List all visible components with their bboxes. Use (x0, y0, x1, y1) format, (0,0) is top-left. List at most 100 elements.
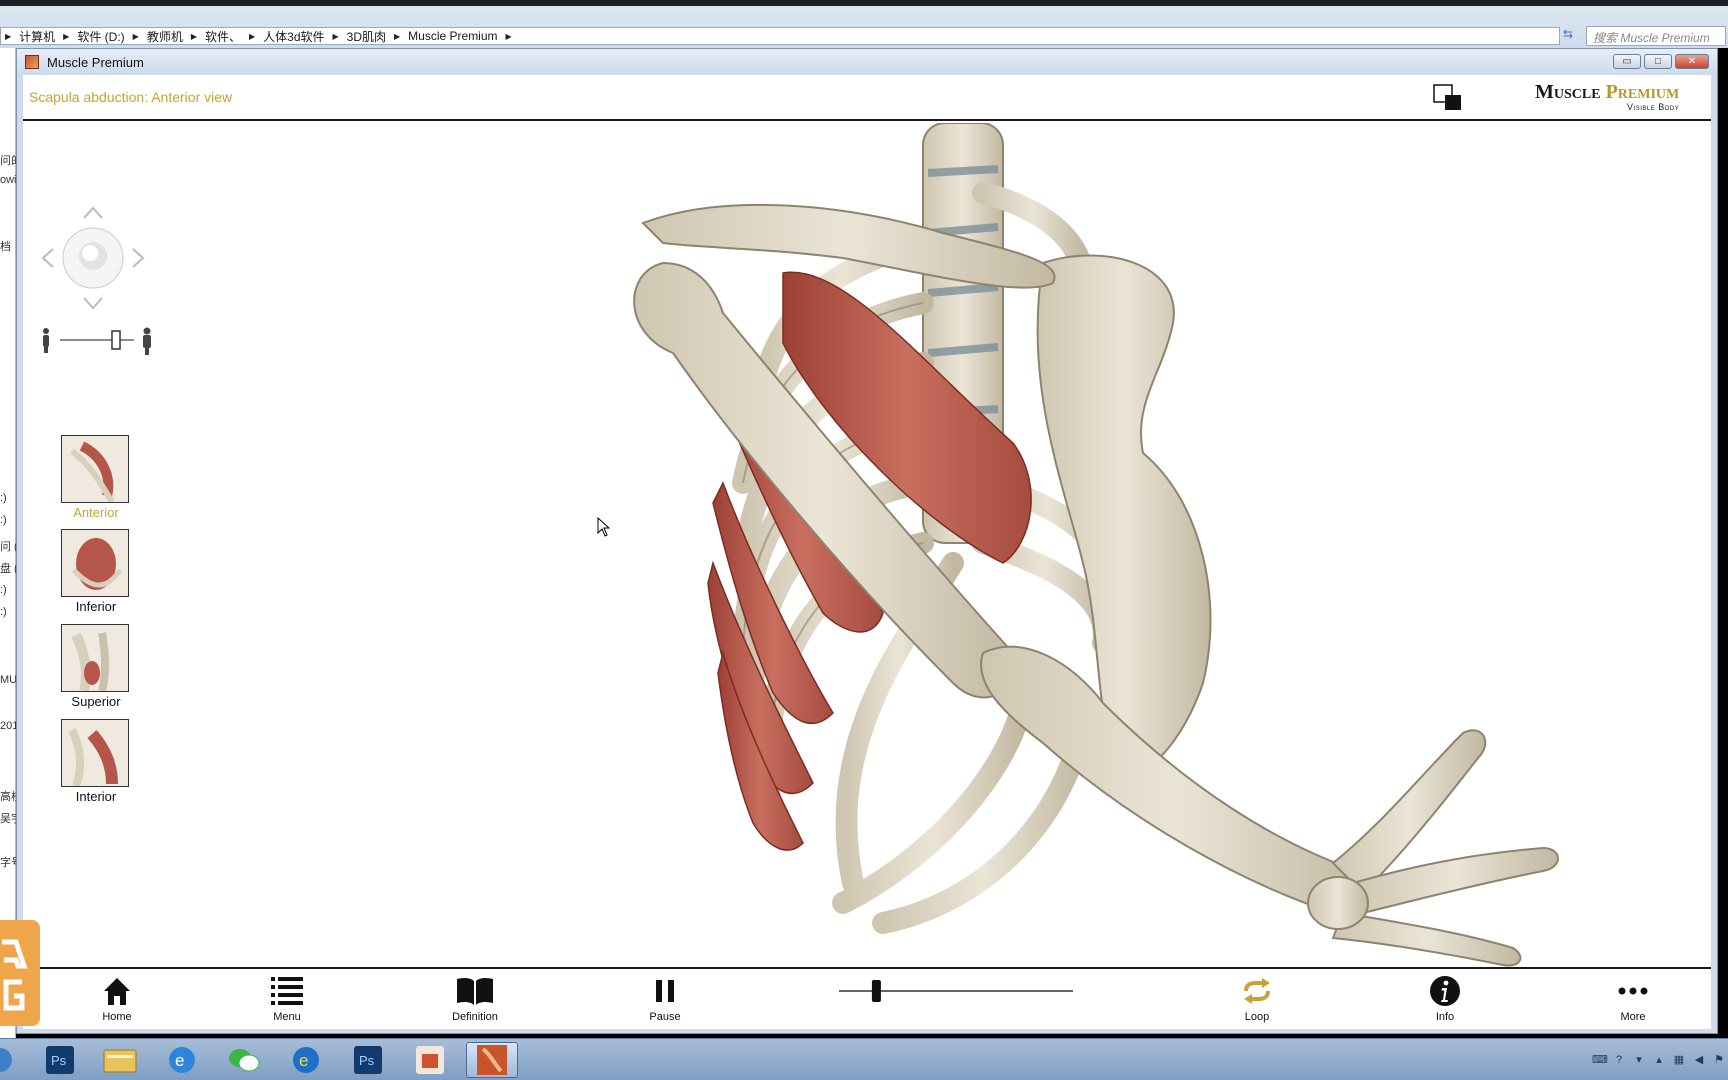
panel-fragment: owi (0, 174, 17, 186)
rotate-up-icon (83, 206, 103, 219)
volume-icon[interactable]: ◀ (1692, 1053, 1706, 1067)
definition-button[interactable]: Definition (435, 973, 515, 1023)
bottom-toolbar: Home Menu Definition Pause Loop Info Mor… (23, 967, 1711, 1029)
svg-text:Ps: Ps (359, 1053, 375, 1068)
taskbar-app[interactable]: e (156, 1042, 208, 1078)
more-button[interactable]: More (1593, 973, 1673, 1023)
breadcrumb-arrow-icon[interactable]: ▶ (63, 32, 69, 41)
breadcrumb-arrow-icon[interactable]: ▶ (133, 32, 139, 41)
zoom-slider[interactable] (40, 327, 156, 355)
zoom-handle (111, 330, 121, 350)
taskbar-app[interactable] (218, 1042, 270, 1078)
home-button[interactable]: Home (77, 973, 157, 1023)
anatomy-model[interactable] (23, 123, 1711, 967)
anatomy-3d-viewport[interactable]: Anterior Inferior Superior Interior (23, 123, 1711, 967)
interior-thumbnail[interactable] (61, 719, 129, 787)
view-superior[interactable]: Superior (61, 624, 131, 709)
app-header: Scapula abduction: Anterior view Muscle … (23, 75, 1711, 121)
keyboard-icon[interactable]: ⌨ (1592, 1053, 1608, 1067)
start-button[interactable] (0, 1042, 14, 1078)
brand-word-premium: Premium (1605, 81, 1680, 103)
rotate-down-icon (83, 297, 103, 310)
breadcrumb-item[interactable]: 教师机 (147, 28, 183, 45)
playback-handle[interactable] (871, 980, 881, 1002)
system-tray: ⌨ ? ▾ ▴ ▦ ◀ ⚑ (1592, 1051, 1726, 1069)
playback-slider[interactable] (839, 979, 1079, 1003)
loop-icon (1244, 978, 1270, 1004)
close-button[interactable]: ✕ (1675, 54, 1709, 69)
taskbar-app[interactable] (94, 1042, 146, 1078)
panel-fragment: :) (0, 514, 7, 526)
help-icon[interactable]: ? (1612, 1053, 1626, 1067)
rotate-nav-pad[interactable] (38, 203, 148, 313)
restore-button[interactable]: □ (1644, 54, 1672, 69)
view-inferior[interactable]: Inferior (61, 529, 131, 614)
hand (1307, 729, 1559, 967)
breadcrumb-item[interactable]: 软件 (D:) (77, 28, 124, 45)
floating-widget-badge[interactable] (0, 920, 40, 1026)
definition-label: Definition (452, 1011, 498, 1023)
taskbar-app[interactable]: Ps (342, 1042, 394, 1078)
view-title: Scapula abduction: Anterior view (29, 89, 233, 105)
menu-button[interactable]: Menu (247, 973, 327, 1023)
fullscreen-icon[interactable] (1433, 84, 1463, 112)
home-label: Home (102, 1011, 132, 1023)
taskbar-app-active[interactable] (466, 1042, 518, 1078)
superior-thumbnail[interactable] (61, 624, 129, 692)
tray-expand-icon[interactable]: ▴ (1652, 1053, 1666, 1067)
window-titlebar[interactable]: Muscle Premium ▭ □ ✕ (17, 49, 1717, 75)
photoshop-icon: Ps (46, 1046, 74, 1074)
breadcrumb-item[interactable]: 软件、 (205, 28, 241, 45)
inferior-thumbnail[interactable] (61, 529, 129, 597)
brand-name: Muscle Premium (1535, 81, 1679, 104)
anterior-thumbnail[interactable] (61, 435, 129, 503)
view-label: Anterior (73, 505, 119, 520)
breadcrumb[interactable]: ▶ 计算机 ▶ 软件 (D:) ▶ 教师机 ▶ 软件、 ▶ 人体3d软件 ▶ 3D肌肉 ▶ … (0, 27, 1560, 45)
explorer-address-area: ▶ 计算机 ▶ 软件 (D:) ▶ 教师机 ▶ 软件、 ▶ 人体3d软件 ▶ 3D肌肉 ▶ … (0, 0, 1728, 48)
info-label: Info (1435, 1011, 1455, 1023)
view-label: Inferior (75, 599, 117, 614)
svg-text:Ps: Ps (51, 1053, 67, 1068)
input-method-icon[interactable]: ▾ (1632, 1053, 1646, 1067)
taskbar-app[interactable] (404, 1042, 456, 1078)
breadcrumb-arrow-icon[interactable]: ▶ (5, 32, 11, 41)
search-input[interactable]: 搜索 Muscle Premium (1586, 26, 1726, 46)
view-anterior[interactable]: Anterior (61, 435, 131, 520)
brand-word-muscle: Muscle (1535, 81, 1601, 103)
breadcrumb-arrow-icon[interactable]: ▶ (191, 32, 197, 41)
pause-label: Pause (649, 1011, 681, 1023)
breadcrumb-arrow-icon[interactable]: ▶ (394, 32, 400, 41)
breadcrumb-item[interactable]: 3D肌肉 (347, 28, 386, 45)
flag-icon[interactable]: ⚑ (1712, 1053, 1726, 1067)
menu-label: Menu (273, 1011, 301, 1023)
explorer-icon (103, 1049, 137, 1073)
mouse-cursor-icon (597, 517, 611, 537)
breadcrumb-item[interactable]: 人体3d软件 (263, 28, 324, 45)
panel-fragment: :) (0, 584, 7, 596)
ie-icon: e (169, 1047, 195, 1073)
svg-text:e: e (299, 1051, 308, 1070)
app-content: Scapula abduction: Anterior view Muscle … (23, 75, 1711, 1029)
app-window: Muscle Premium ▭ □ ✕ Scapula abduction: … (16, 48, 1718, 1034)
pause-button[interactable]: Pause (625, 973, 705, 1023)
breadcrumb-item[interactable]: Muscle Premium (408, 29, 497, 43)
info-button[interactable]: Info (1405, 973, 1485, 1023)
refresh-icon[interactable]: ⇆ (1556, 27, 1580, 45)
breadcrumb-arrow-icon[interactable]: ▶ (333, 32, 339, 41)
ie-icon: e (293, 1047, 319, 1073)
minimize-button[interactable]: ▭ (1613, 54, 1641, 69)
loop-button[interactable]: Loop (1217, 973, 1297, 1023)
network-icon[interactable]: ▦ (1672, 1053, 1686, 1067)
photoshop-icon: Ps (354, 1046, 382, 1074)
loop-label: Loop (1244, 1011, 1270, 1023)
breadcrumb-arrow-icon[interactable]: ▶ (506, 32, 512, 41)
more-dots-icon (1618, 987, 1648, 995)
view-label: Interior (75, 789, 117, 804)
breadcrumb-item[interactable]: 计算机 (19, 28, 55, 45)
info-icon (1430, 976, 1460, 1006)
view-interior[interactable]: Interior (61, 719, 131, 804)
taskbar-app[interactable]: e (280, 1042, 332, 1078)
taskbar-app[interactable]: Ps (34, 1042, 86, 1078)
breadcrumb-arrow-icon[interactable]: ▶ (249, 32, 255, 41)
rotate-right-icon (132, 248, 145, 268)
